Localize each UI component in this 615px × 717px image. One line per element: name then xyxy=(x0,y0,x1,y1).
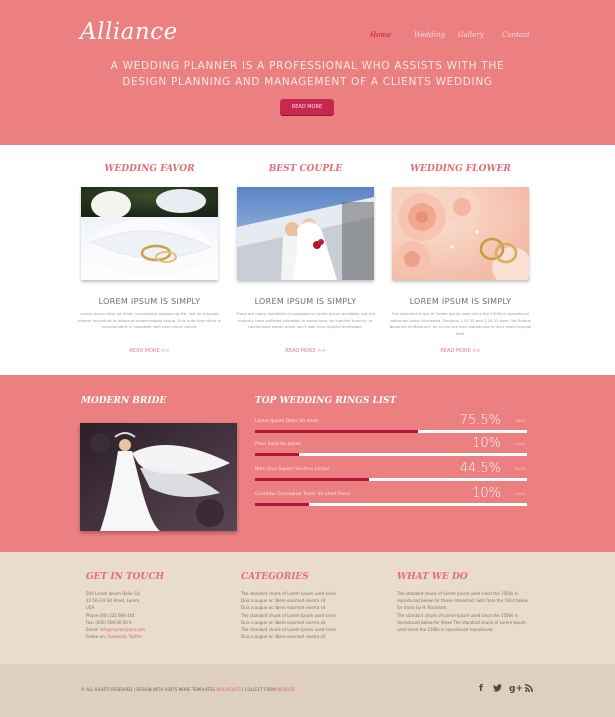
ring-label: Curabitur Consequat Tortor Sit amet Puru… xyxy=(255,492,351,497)
ring-progress-fill xyxy=(255,478,370,481)
footer: © All Rights Reserved | Design with Visi… xyxy=(0,664,615,717)
contact-phone: Phone:(00) 222 666 444 xyxy=(86,612,135,618)
ring-progress-bar xyxy=(255,430,527,433)
feature-read-more-link[interactable]: Read More >> xyxy=(392,348,529,354)
category-item[interactable]: The standard chunk of Lorem Ipsum used s… xyxy=(241,612,381,619)
copyright-middle: | Collect from xyxy=(242,687,276,692)
categories-title: Categories xyxy=(241,572,309,582)
nav-home[interactable]: Home xyxy=(370,31,414,39)
ring-count: 99,75 xyxy=(514,467,525,471)
copyright-text: © All Rights Reserved | Design with Visi… xyxy=(81,687,215,692)
ring-progress-fill xyxy=(255,503,310,506)
text-line: reproduced below for those The standard … xyxy=(397,619,526,625)
ring-progress-bar xyxy=(255,453,527,456)
footer-link-templates[interactable]: W3Layouts xyxy=(216,687,241,692)
email-label: Email: xyxy=(86,627,99,633)
ring-percentage: 10% xyxy=(472,436,501,451)
feature-subtitle: Lorem Ipsum is Simply xyxy=(409,297,512,306)
social-icons: f g+ xyxy=(477,684,533,695)
ring-label: Nam Quis Sapien Vel Arcu Lectus xyxy=(255,467,330,472)
social-links[interactable]: Facebook, Twitter xyxy=(107,634,142,639)
modern-bride-image[interactable] xyxy=(80,423,237,531)
feature-read-more-link[interactable]: Read More >> xyxy=(237,348,374,354)
contact-line: 500 Lorem Ipsum Dolor Sit, xyxy=(86,591,141,596)
category-item[interactable]: Duis a augue ac libero euismod viverra s… xyxy=(241,597,381,604)
ring-progress-fill xyxy=(255,430,419,433)
ring-label: Proin Sollicitis Ipsum xyxy=(255,442,302,447)
text-line: used since the 1500s is reproduced repro… xyxy=(397,627,494,633)
google-plus-icon[interactable]: g+ xyxy=(509,684,523,695)
feature-title: Best Couple xyxy=(268,164,343,174)
read-more-button[interactable]: Read More xyxy=(280,99,334,115)
category-item[interactable]: The standard chunk of Lorem Ipsum used s… xyxy=(241,590,381,597)
hero-tagline: A Wedding Planner is a Professional Who … xyxy=(110,60,505,88)
category-item[interactable]: The standard chunk of Lorem Ipsum used s… xyxy=(241,626,381,633)
rings-list-title: Top Wedding Rings List xyxy=(255,396,397,406)
categories-list: The standard chunk of Lorem Ipsum used s… xyxy=(241,590,381,640)
category-item[interactable]: Duis a augue ac libero euismod viverra s… xyxy=(241,619,381,626)
ring-percentage: 75.5% xyxy=(459,413,501,428)
modern-bride-title: Modern Bride xyxy=(81,396,167,406)
contact-line: USA xyxy=(86,605,95,611)
what-we-do-text: The standard chunk of Lorem Ipsum used s… xyxy=(397,590,537,633)
contact-email-row: Email: info@mycompany.com xyxy=(86,626,226,633)
email-link[interactable]: info@mycompany.com xyxy=(100,627,145,632)
category-item[interactable]: Duis a augue ac libero euismod viverra s… xyxy=(241,633,381,640)
rss-icon[interactable] xyxy=(525,684,533,695)
footer-link-website[interactable]: Website xyxy=(277,687,295,692)
copyright: © All Rights Reserved | Design with Visi… xyxy=(81,687,295,692)
feature-text: There are many variations of passages of… xyxy=(235,311,376,329)
ring-progress-fill xyxy=(255,453,299,456)
follow-label: Follow on: xyxy=(86,634,107,640)
contact-line: 22-56-2-9 Sit Amet, Lorem, xyxy=(86,598,141,604)
contact-details: 500 Lorem Ipsum Dolor Sit, 22-56-2-9 Sit… xyxy=(86,590,226,640)
facebook-icon[interactable]: f xyxy=(477,684,485,695)
ring-label: Lorem Ipsum Dolor Sit amet xyxy=(255,419,319,424)
ring-progress-bar xyxy=(255,503,527,506)
ring-count: 1,001 xyxy=(514,492,525,496)
main-nav: Home Wedding Gallery Contact xyxy=(370,31,546,39)
wedding-favor-image[interactable] xyxy=(81,187,218,280)
features-section: Wedding Favor xyxy=(0,145,615,375)
ring-count: 1,002 xyxy=(514,442,525,446)
twitter-icon[interactable] xyxy=(493,684,502,695)
text-line: The standard chunk of Lorem Ipsum used s… xyxy=(397,612,518,618)
feature-read-more-link[interactable]: Read More >> xyxy=(81,348,218,354)
text-line: The standard chunk of Lorem Ipsum used s… xyxy=(397,591,518,596)
feature-title: Wedding Favor xyxy=(104,164,195,174)
logo[interactable]: Alliance xyxy=(80,19,178,45)
contact-fax: Fax: (000) 000 00 00 0 xyxy=(86,619,132,625)
nav-contact[interactable]: Contact xyxy=(502,31,546,39)
ring-percentage: 44.5% xyxy=(459,461,501,476)
feature-text: The standard chunk of Lorem Ipsum used s… xyxy=(389,311,532,336)
feature-subtitle: Lorem Ipsum is Simply xyxy=(254,297,357,306)
contact-title: Get in Touch xyxy=(86,572,164,582)
ring-progress-bar xyxy=(255,478,527,481)
feature-title: Wedding Flower xyxy=(410,164,511,174)
ring-percentage: 10% xyxy=(472,486,501,501)
text-line: reproduced below for those interested. S… xyxy=(397,598,528,604)
best-couple-image[interactable] xyxy=(237,187,374,280)
wedding-flower-image[interactable] xyxy=(392,187,529,280)
text-line: for those by H. Rackham. xyxy=(397,605,448,611)
hero-header: Alliance Home Wedding Gallery Contact A … xyxy=(0,0,615,145)
category-item[interactable]: Duis a augue ac libero euismod viverra s… xyxy=(241,604,381,611)
feature-text: Lorem ipsum dolor sit amet, consectetur … xyxy=(77,311,222,329)
contact-follow-row: Follow on: Facebook, Twitter xyxy=(86,633,226,640)
nav-gallery[interactable]: Gallery xyxy=(458,31,502,39)
nav-wedding[interactable]: Wedding xyxy=(414,31,458,39)
middle-section: Modern Bride Top Wedding Rings List Lore… xyxy=(0,375,615,552)
feature-subtitle: Lorem Ipsum is Simply xyxy=(98,297,201,306)
info-section: Get in Touch 500 Lorem Ipsum Dolor Sit, … xyxy=(0,552,615,664)
ring-count: 1,852 xyxy=(514,419,525,423)
what-we-do-title: What We Do xyxy=(397,572,468,582)
